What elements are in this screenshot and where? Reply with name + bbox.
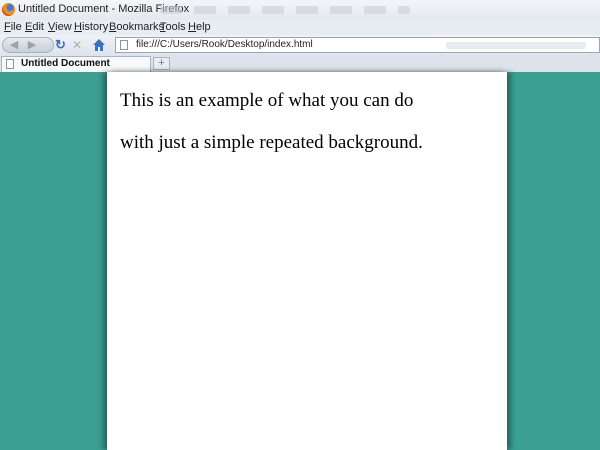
- title-bar: Untitled Document - Mozilla Firefox: [0, 0, 600, 20]
- navigation-toolbar: ◀ ▶ ↻ ✕ file:///C:/Users/Rook/Desktop/in…: [0, 35, 600, 56]
- menu-file[interactable]: File: [4, 21, 22, 33]
- stop-icon[interactable]: ✕: [72, 38, 86, 52]
- menu-history[interactable]: History: [74, 21, 108, 33]
- new-tab-button[interactable]: +: [153, 57, 170, 70]
- page-viewport: This is an example of what you can do wi…: [0, 72, 600, 450]
- menu-edit[interactable]: Edit: [25, 21, 44, 33]
- tab-bar: Untitled Document +: [0, 55, 600, 73]
- page-text-line-2: with just a simple repeated background.: [120, 132, 423, 153]
- home-icon[interactable]: [92, 38, 106, 52]
- back-icon[interactable]: ◀: [7, 39, 21, 51]
- back-forward-group: ◀ ▶: [2, 37, 54, 53]
- menu-bookmarks[interactable]: Bookmarks: [109, 21, 164, 33]
- menu-bar: File Edit View History Bookmarks Tools H…: [0, 20, 600, 35]
- forward-icon[interactable]: ▶: [25, 39, 39, 51]
- menu-view[interactable]: View: [48, 21, 72, 33]
- blurred-title-controls: [160, 6, 410, 14]
- page-content-column: This is an example of what you can do wi…: [107, 72, 507, 450]
- menu-tools[interactable]: Tools: [160, 21, 186, 33]
- tab-untitled-document[interactable]: Untitled Document: [1, 56, 151, 72]
- page-icon: [120, 40, 128, 50]
- menu-help[interactable]: Help: [188, 21, 211, 33]
- firefox-logo-icon: [2, 3, 15, 16]
- reload-icon[interactable]: ↻: [55, 38, 69, 52]
- tab-label: Untitled Document: [21, 58, 110, 69]
- url-text[interactable]: file:///C:/Users/Rook/Desktop/index.html: [136, 39, 313, 50]
- blurred-search-field: [446, 42, 586, 49]
- address-bar[interactable]: file:///C:/Users/Rook/Desktop/index.html: [115, 37, 600, 53]
- page-text-line-1: This is an example of what you can do: [120, 90, 414, 111]
- document-icon: [6, 59, 14, 69]
